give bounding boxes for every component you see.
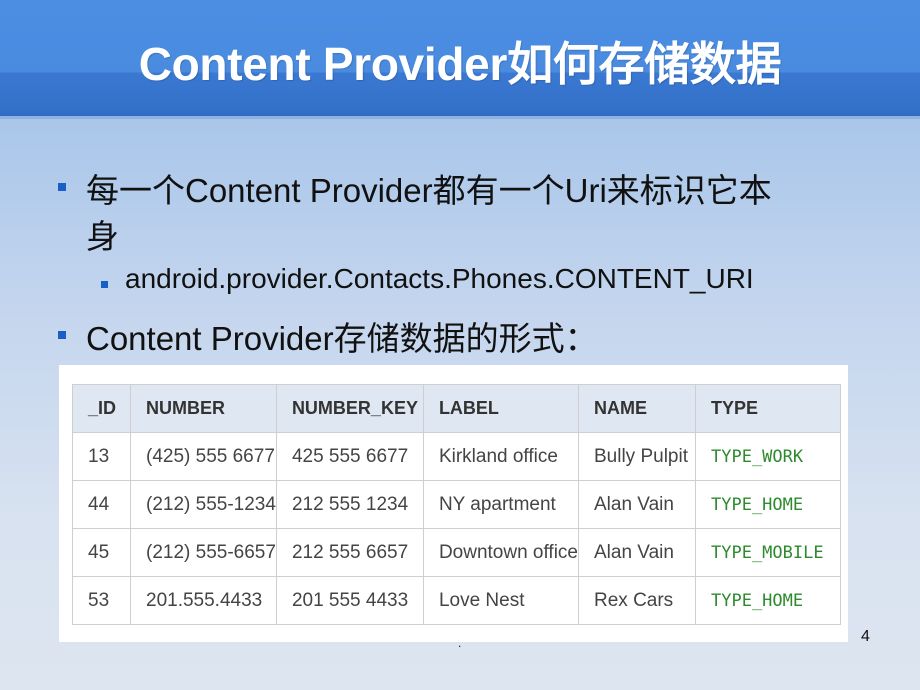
table-image-panel: _ID NUMBER NUMBER_KEY LABEL NAME TYPE 13… xyxy=(59,365,848,642)
cell-number-key: 201 555 4433 xyxy=(275,576,424,625)
column-header-type: TYPE xyxy=(695,384,841,433)
table-row: 13 (425) 555 6677 425 555 6677 Kirkland … xyxy=(72,432,841,481)
bullet-text-1-line-1: 每一个Content Provider都有一个Uri来标识它本 xyxy=(86,172,772,209)
column-header-label: LABEL xyxy=(422,384,580,433)
cell-type: TYPE_MOBILE xyxy=(695,528,841,577)
phones-table: _ID NUMBER NUMBER_KEY LABEL NAME TYPE 13… xyxy=(72,384,841,625)
cell-id: 44 xyxy=(72,480,131,529)
cell-name: Alan Vain xyxy=(578,528,696,577)
title-divider xyxy=(0,116,920,119)
cell-id: 13 xyxy=(72,432,131,481)
cell-number: 201.555.4433 xyxy=(130,576,277,625)
cell-id: 45 xyxy=(72,528,131,577)
page-number: 4 xyxy=(861,628,870,645)
sub-bullet-text: android.provider.Contacts.Phones.CONTENT… xyxy=(125,263,754,294)
cell-label: Downtown office xyxy=(422,528,580,577)
cell-number: (212) 555-6657 xyxy=(130,528,277,577)
cell-type: TYPE_HOME xyxy=(695,480,841,529)
bullet-text-1-line-2: 身 xyxy=(86,218,119,255)
table-row: 44 (212) 555-1234 212 555 1234 NY apartm… xyxy=(72,480,841,529)
column-header-number: NUMBER xyxy=(130,384,277,433)
slide-title: Content Provider如何存储数据 xyxy=(138,38,782,90)
cell-number: (212) 555-1234 xyxy=(130,480,277,529)
cell-number-key: 212 555 1234 xyxy=(275,480,424,529)
table-row: 45 (212) 555-6657 212 555 6657 Downtown … xyxy=(72,528,841,577)
cell-type: TYPE_HOME xyxy=(695,576,841,625)
cell-label: Love Nest xyxy=(422,576,580,625)
bullet-icon xyxy=(58,331,66,339)
cell-id: 53 xyxy=(72,576,131,625)
cell-label: NY apartment xyxy=(422,480,580,529)
bullet-icon xyxy=(58,183,66,191)
table-row: 53 201.555.4433 201 555 4433 Love Nest R… xyxy=(72,576,841,625)
cell-name: Rex Cars xyxy=(578,576,696,625)
cell-type: TYPE_WORK xyxy=(695,432,841,481)
table-header-row: _ID NUMBER NUMBER_KEY LABEL NAME TYPE xyxy=(72,384,841,433)
column-header-id: _ID xyxy=(72,384,131,433)
column-header-name: NAME xyxy=(578,384,696,433)
footer-mark: . xyxy=(458,636,462,650)
cell-number-key: 212 555 6657 xyxy=(275,528,424,577)
column-header-number-key: NUMBER_KEY xyxy=(275,384,424,433)
sub-bullet-icon xyxy=(101,281,108,288)
cell-number-key: 425 555 6677 xyxy=(275,432,424,481)
bullet-text-2: Content Provider存储数据的形式： xyxy=(86,320,598,357)
cell-number: (425) 555 6677 xyxy=(130,432,277,481)
cell-label: Kirkland office xyxy=(422,432,580,481)
cell-name: Bully Pulpit xyxy=(578,432,696,481)
cell-name: Alan Vain xyxy=(578,480,696,529)
